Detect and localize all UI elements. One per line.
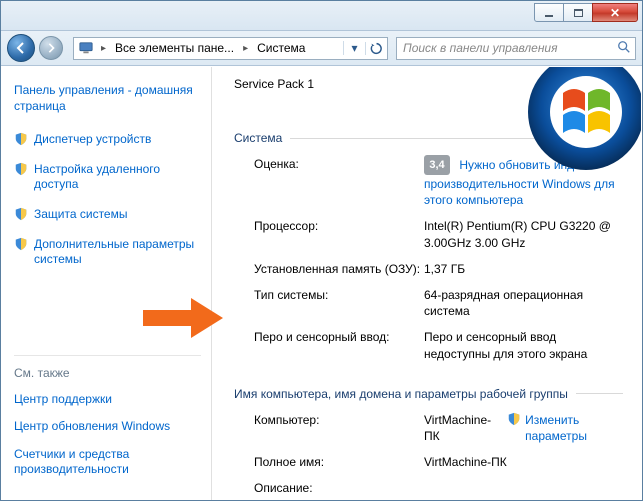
refresh-button[interactable]	[365, 42, 387, 55]
address-dropdown-button[interactable]: ▾	[343, 41, 365, 55]
fullname-label: Полное имя:	[254, 454, 424, 470]
titlebar: ✕	[1, 1, 642, 31]
shield-icon	[14, 162, 28, 176]
computer-name-group: Имя компьютера, имя домена и параметры р…	[234, 387, 623, 500]
search-input[interactable]: Поиск в панели управления	[396, 37, 636, 60]
sidebar-link-device-manager[interactable]: Диспетчер устройств	[14, 132, 201, 148]
system-type-label: Тип системы:	[254, 287, 424, 319]
pen-touch-label: Перо и сенсорный ввод:	[254, 329, 424, 361]
minimize-button[interactable]	[534, 3, 564, 22]
change-settings-link[interactable]: Изменить параметры	[507, 412, 623, 444]
sidebar-link-performance-info[interactable]: Счетчики и средства производительности	[14, 447, 201, 478]
sidebar-link-windows-update[interactable]: Центр обновления Windows	[14, 419, 201, 435]
computer-value: VirtMachine-ПК	[424, 412, 491, 444]
computer-icon	[78, 40, 94, 56]
computer-label: Компьютер:	[254, 412, 424, 444]
forward-button[interactable]	[39, 36, 63, 60]
computer-name-group-legend: Имя компьютера, имя домена и параметры р…	[234, 387, 576, 401]
navigation-bar: ▸ Все элементы пане... ▸ Система ▾ Поиск…	[1, 31, 642, 66]
sidebar-link-advanced-settings[interactable]: Дополнительные параметры системы	[14, 237, 201, 268]
shield-icon	[14, 237, 28, 251]
pen-touch-value: Перо и сенсорный ввод недоступны для это…	[424, 329, 623, 361]
close-button[interactable]: ✕	[592, 3, 638, 22]
sidebar-link-action-center[interactable]: Центр поддержки	[14, 392, 201, 408]
search-placeholder: Поиск в панели управления	[403, 41, 558, 55]
address-bar[interactable]: ▸ Все элементы пане... ▸ Система ▾	[73, 37, 388, 60]
sidebar-link-remote-settings[interactable]: Настройка удаленного доступа	[14, 162, 201, 193]
see-also-heading: См. также	[14, 366, 201, 380]
shield-icon	[14, 207, 28, 221]
search-icon	[617, 40, 631, 57]
rating-label: Оценка:	[254, 156, 424, 208]
chevron-right-icon: ▸	[240, 43, 251, 54]
control-panel-home-link[interactable]: Панель управления - домашняя страница	[14, 83, 201, 114]
ram-value: 1,37 ГБ	[424, 261, 623, 277]
system-type-value: 64-разрядная операционная система	[424, 287, 623, 319]
wei-score-badge: 3,4	[424, 155, 450, 175]
breadcrumb-segment[interactable]: Все элементы пане...	[109, 41, 240, 55]
fullname-value: VirtMachine-ПК	[424, 454, 623, 470]
shield-icon	[14, 132, 28, 146]
cpu-value: Intel(R) Pentium(R) CPU G3220 @ 3.00GHz …	[424, 218, 623, 250]
back-button[interactable]	[7, 34, 35, 62]
cpu-label: Процессор:	[254, 218, 424, 250]
sidebar-link-system-protection[interactable]: Защита системы	[14, 207, 201, 223]
description-label: Описание:	[254, 480, 424, 496]
system-group-legend: Система	[234, 131, 290, 145]
description-value	[424, 480, 623, 496]
ram-label: Установленная память (ОЗУ):	[254, 261, 424, 277]
breadcrumb-segment[interactable]: Система	[251, 41, 311, 55]
sidebar: Панель управления - домашняя страница Ди…	[2, 67, 212, 500]
shield-icon	[507, 412, 521, 426]
explorer-window: ✕ ▸ Все элементы пане... ▸ Система ▾ Пои	[0, 0, 643, 501]
maximize-button[interactable]	[563, 3, 593, 22]
content-pane: Service Pack 1 Система Оценка: 3,4 Нужно…	[212, 67, 641, 500]
chevron-right-icon: ▸	[98, 43, 109, 54]
windows-logo-icon	[511, 67, 641, 187]
